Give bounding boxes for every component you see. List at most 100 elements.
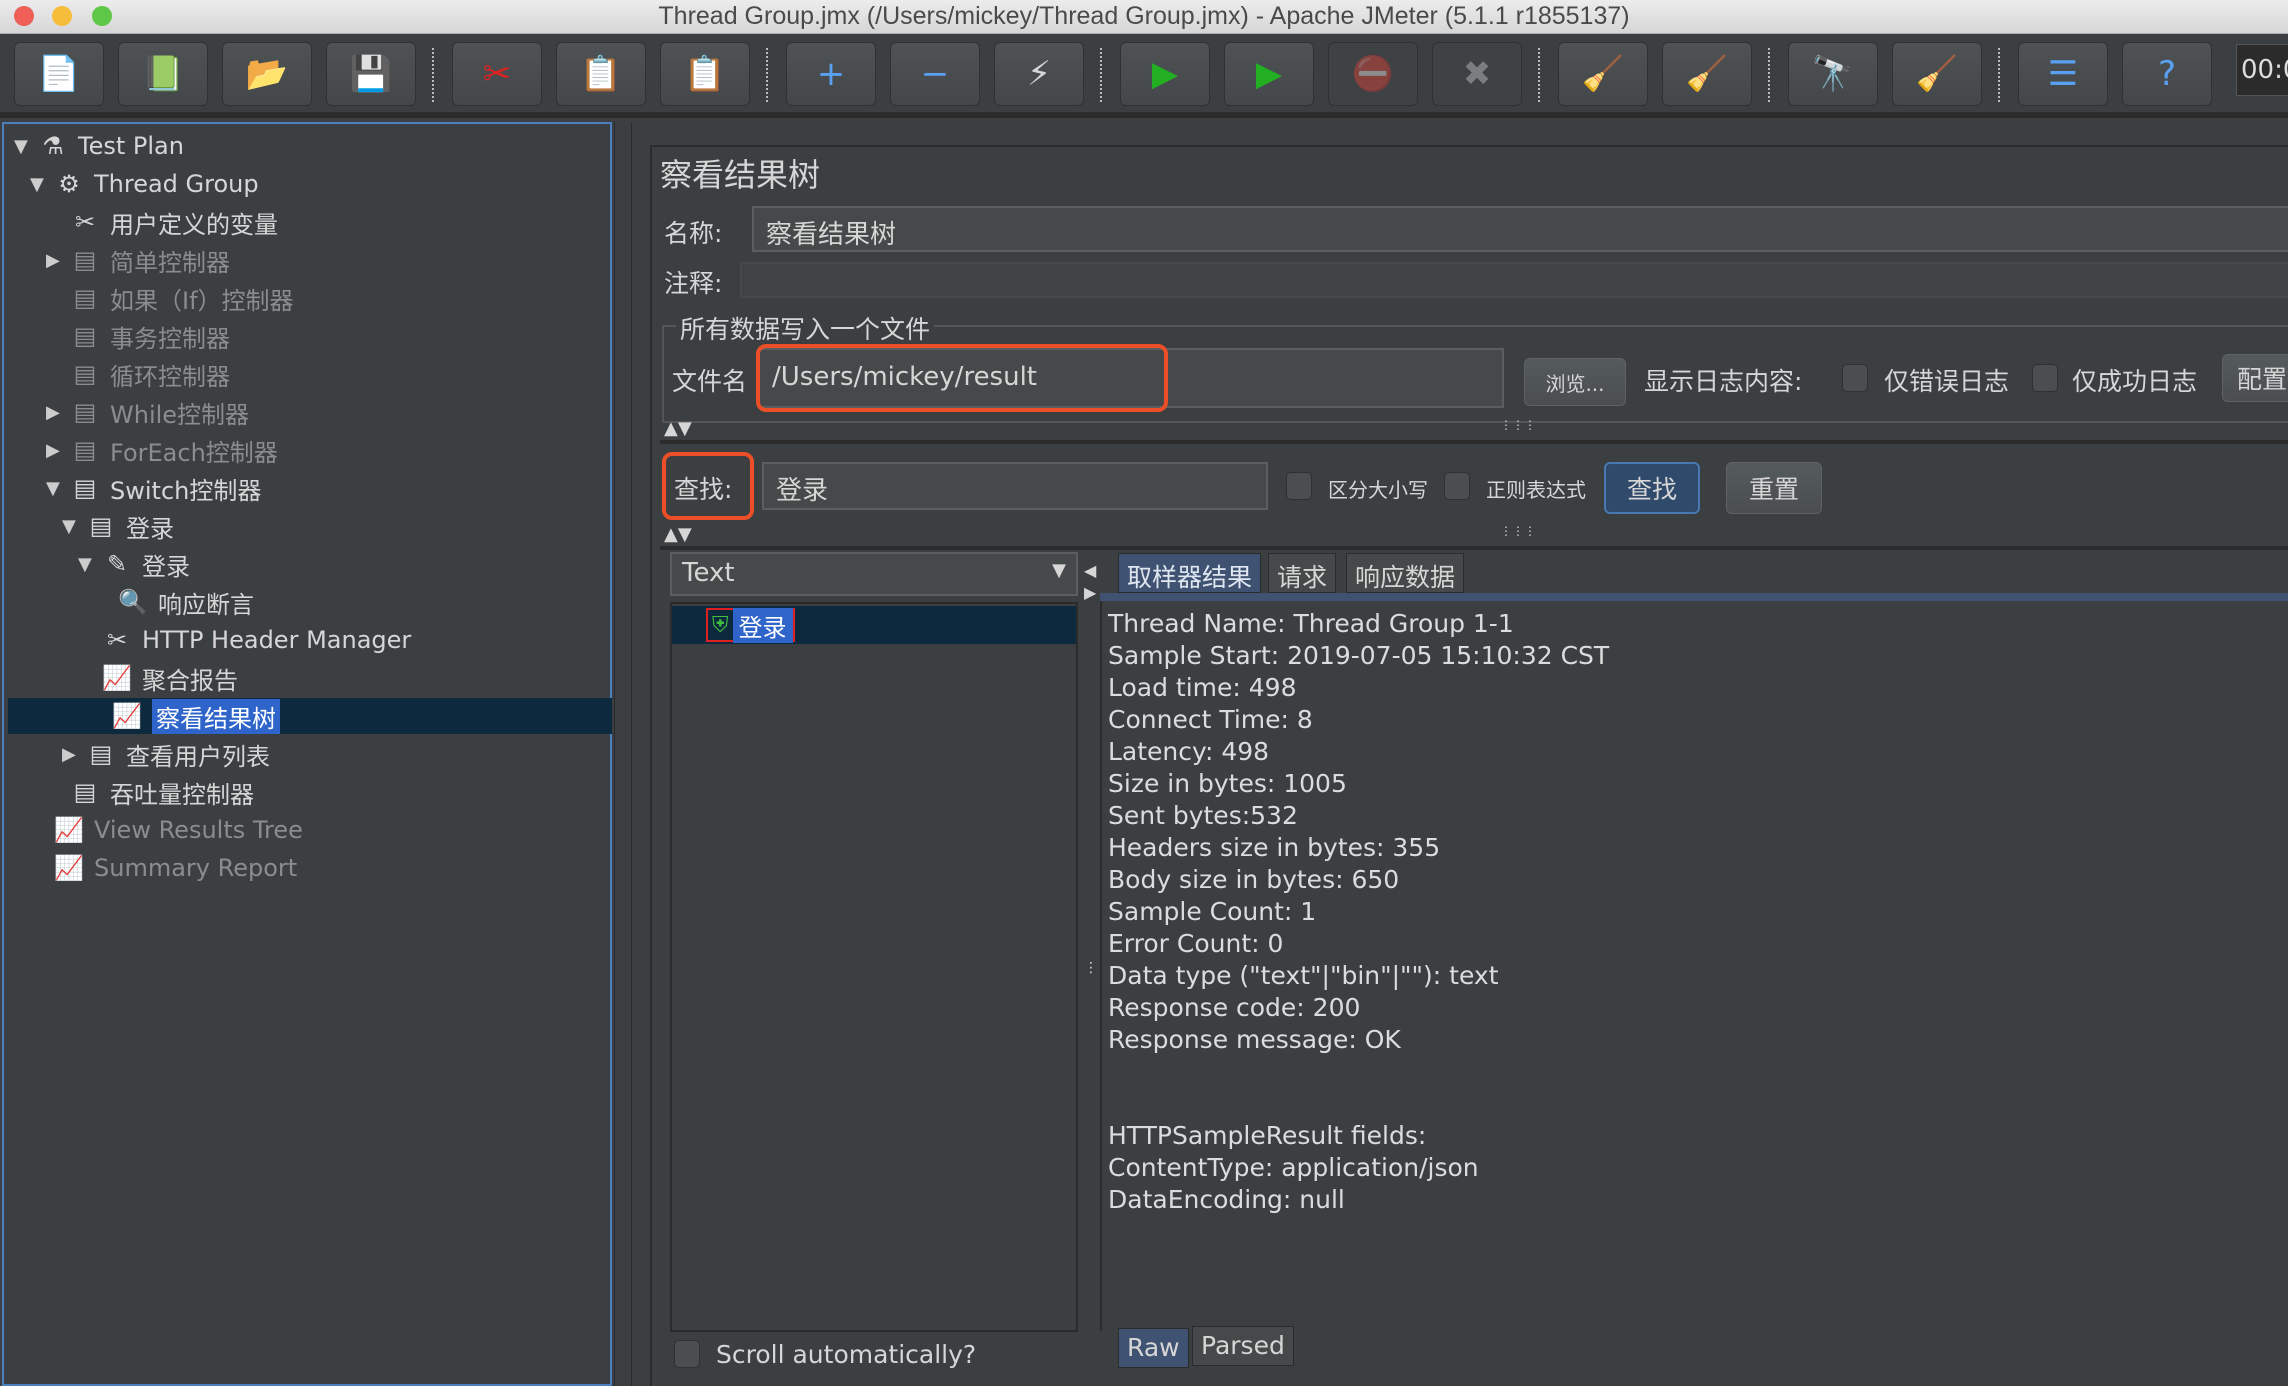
start-no-pause-button[interactable]: ▶ (1224, 42, 1314, 106)
reset-search-button[interactable]: 🧹 (1892, 42, 1982, 106)
expanded-arrow-icon[interactable]: ▼ (46, 478, 68, 499)
splitter[interactable] (660, 440, 2288, 444)
result-line: Thread Name: Thread Group 1-1 (1108, 609, 1514, 638)
tree-node[interactable]: 📈 Summary Report (30, 850, 297, 886)
tree-node[interactable]: 📈 察看结果树 (8, 698, 612, 734)
result-line: Response code: 200 (1108, 993, 1361, 1022)
panel-title: 察看结果树 (660, 156, 821, 194)
result-line: Data type ("text"|"bin"|""): text (1108, 961, 1499, 990)
toggle-icon: ⚡ (1027, 54, 1051, 94)
window-title: Thread Group.jmx (/Users/mickey/Thread G… (658, 2, 1630, 30)
clear-button[interactable]: 🧹 (1558, 42, 1648, 106)
tab-parsed[interactable]: Parsed (1192, 1326, 1294, 1366)
function-helper-icon: ☰ (2047, 54, 2079, 94)
tree-node[interactable]: ▤ 吞吐量控制器 (46, 774, 254, 810)
expanded-arrow-icon[interactable]: ▼ (30, 174, 52, 195)
expanded-arrow-icon[interactable]: ▼ (78, 554, 100, 575)
stop-button[interactable]: ⛔ (1328, 42, 1418, 106)
collapsed-arrow-icon[interactable]: ▶ (46, 402, 68, 423)
success-shield-icon: ⛨ (712, 612, 729, 638)
tree-node[interactable]: ▼ ⚗ Test Plan (14, 128, 184, 164)
search-input[interactable]: 登录 (762, 462, 1268, 510)
tree-node[interactable]: ▶ ▤ ForEach控制器 (46, 432, 278, 468)
tree-node[interactable]: ▼ ⚙ Thread Group (30, 166, 259, 202)
toolbar: 📄 📗 📂 💾 ✂ 📋 📋 + − ⚡ ▶ ▶ ⛔ ✖ 🧹 🧹 🔭 🧹 ☰? (0, 34, 2288, 118)
expanded-arrow-icon[interactable]: ▼ (14, 136, 36, 157)
tree-node-icon: ▤ (73, 284, 97, 312)
tab-request[interactable]: 请求 (1268, 553, 1337, 593)
tree-node[interactable]: 📈 View Results Tree (30, 812, 303, 848)
splitter-2[interactable] (660, 546, 2288, 550)
browse-button[interactable]: 浏览... (1524, 358, 1626, 406)
collapse-expand-arrows[interactable]: ▲▼ (664, 418, 692, 439)
collapse-arrows-vertical[interactable]: ◀ ▶ (1084, 560, 1096, 604)
tree-node-icon: ▤ (89, 512, 113, 540)
templates-button[interactable]: 📗 (118, 42, 208, 106)
search-button[interactable]: 🔭 (1788, 42, 1878, 106)
new-icon: 📄 (37, 54, 81, 94)
renderer-value: Text (682, 558, 735, 588)
name-input[interactable]: 察看结果树 (752, 206, 2288, 252)
tree-node[interactable]: ✂ 用户定义的变量 (46, 204, 278, 240)
tree-node-label: View Results Tree (94, 816, 303, 844)
results-list[interactable]: ⛨ 登录 (670, 602, 1078, 1332)
tree-node[interactable]: ▼ ▤ Switch控制器 (46, 470, 261, 506)
expanded-arrow-icon[interactable]: ▼ (62, 516, 84, 537)
case-sensitive-checkbox[interactable] (1286, 472, 1312, 500)
new-button[interactable]: 📄 (14, 42, 104, 106)
collapsed-arrow-icon[interactable]: ▶ (62, 744, 84, 765)
sampler-result-text: Thread Name: Thread Group 1-1 Sample Star… (1100, 601, 2288, 1331)
title-bar: Thread Group.jmx (/Users/mickey/Thread G… (0, 0, 2288, 34)
splitter-grip[interactable]: ⋮⋮⋮ (1500, 418, 1536, 432)
toggle-button[interactable]: ⚡ (994, 42, 1084, 106)
tab-sampler-result[interactable]: 取样器结果 (1118, 553, 1262, 593)
start-button[interactable]: ▶ (1120, 42, 1210, 106)
tab-response-data[interactable]: 响应数据 (1346, 553, 1465, 593)
errors-only-checkbox[interactable] (1842, 364, 1868, 392)
clear-all-button[interactable]: 🧹 (1662, 42, 1752, 106)
scroll-auto-checkbox[interactable] (674, 1340, 700, 1368)
test-plan-tree[interactable]: ▼ ⚗ Test Plan ▼ ⚙ Thread Group ✂ 用户定义的变量 ▶ ▤ 简单控制器… (2, 122, 612, 1386)
tree-node[interactable]: ▤ 如果（If）控制器 (46, 280, 294, 316)
collapsed-arrow-icon[interactable]: ▶ (46, 250, 68, 271)
tree-node[interactable]: ▼ ▤ 登录 (62, 508, 174, 544)
comment-input[interactable] (740, 262, 2288, 298)
shutdown-button[interactable]: ✖ (1432, 42, 1522, 106)
tree-node[interactable]: 🔍 响应断言 (94, 584, 254, 620)
split-pane-divider[interactable] (614, 122, 632, 1386)
collapse-button[interactable]: − (890, 42, 980, 106)
function-helper-button[interactable]: ☰ (2018, 42, 2108, 106)
tree-node[interactable]: ▶ ▤ While控制器 (46, 394, 249, 430)
reset-button[interactable]: 重置 (1726, 462, 1822, 514)
renderer-select[interactable]: Text ▼ (670, 552, 1078, 596)
collapsed-arrow-icon[interactable]: ▶ (46, 440, 68, 461)
save-icon: 💾 (349, 54, 393, 94)
tree-node-label: 聚合报告 (142, 666, 238, 695)
collapse-expand-arrows-2[interactable]: ▲▼ (664, 524, 692, 545)
tree-node[interactable]: ▶ ▤ 简单控制器 (46, 242, 230, 278)
paste-icon: 📋 (683, 54, 727, 94)
search-button[interactable]: 查找 (1604, 462, 1700, 514)
cut-button[interactable]: ✂ (452, 42, 542, 106)
result-row[interactable]: ⛨ 登录 (672, 606, 1076, 644)
paste-button[interactable]: 📋 (660, 42, 750, 106)
regex-checkbox[interactable] (1444, 472, 1470, 500)
tree-node[interactable]: ▶ ▤ 查看用户列表 (62, 736, 270, 772)
tree-node[interactable]: 📈 聚合报告 (78, 660, 238, 696)
tree-node-label: 响应断言 (158, 590, 254, 619)
expand-button[interactable]: + (786, 42, 876, 106)
tree-node[interactable]: ▤ 事务控制器 (46, 318, 230, 354)
tree-node[interactable]: ✂ HTTP Header Manager (78, 622, 411, 658)
tree-node[interactable]: ▼ ✎ 登录 (78, 546, 190, 582)
vertical-splitter-grip[interactable]: ⋮ (1084, 960, 1098, 976)
tree-node[interactable]: ▤ 循环控制器 (46, 356, 230, 392)
splitter-grip-2[interactable]: ⋮⋮⋮ (1500, 524, 1536, 538)
success-only-checkbox[interactable] (2032, 364, 2058, 392)
copy-button[interactable]: 📋 (556, 42, 646, 106)
result-item-label: 登录 (732, 607, 793, 643)
save-button[interactable]: 💾 (326, 42, 416, 106)
help-button[interactable]: ? (2122, 42, 2212, 106)
open-button[interactable]: 📂 (222, 42, 312, 106)
tab-raw[interactable]: Raw (1118, 1328, 1189, 1368)
configure-button[interactable]: 配置 (2222, 354, 2288, 402)
